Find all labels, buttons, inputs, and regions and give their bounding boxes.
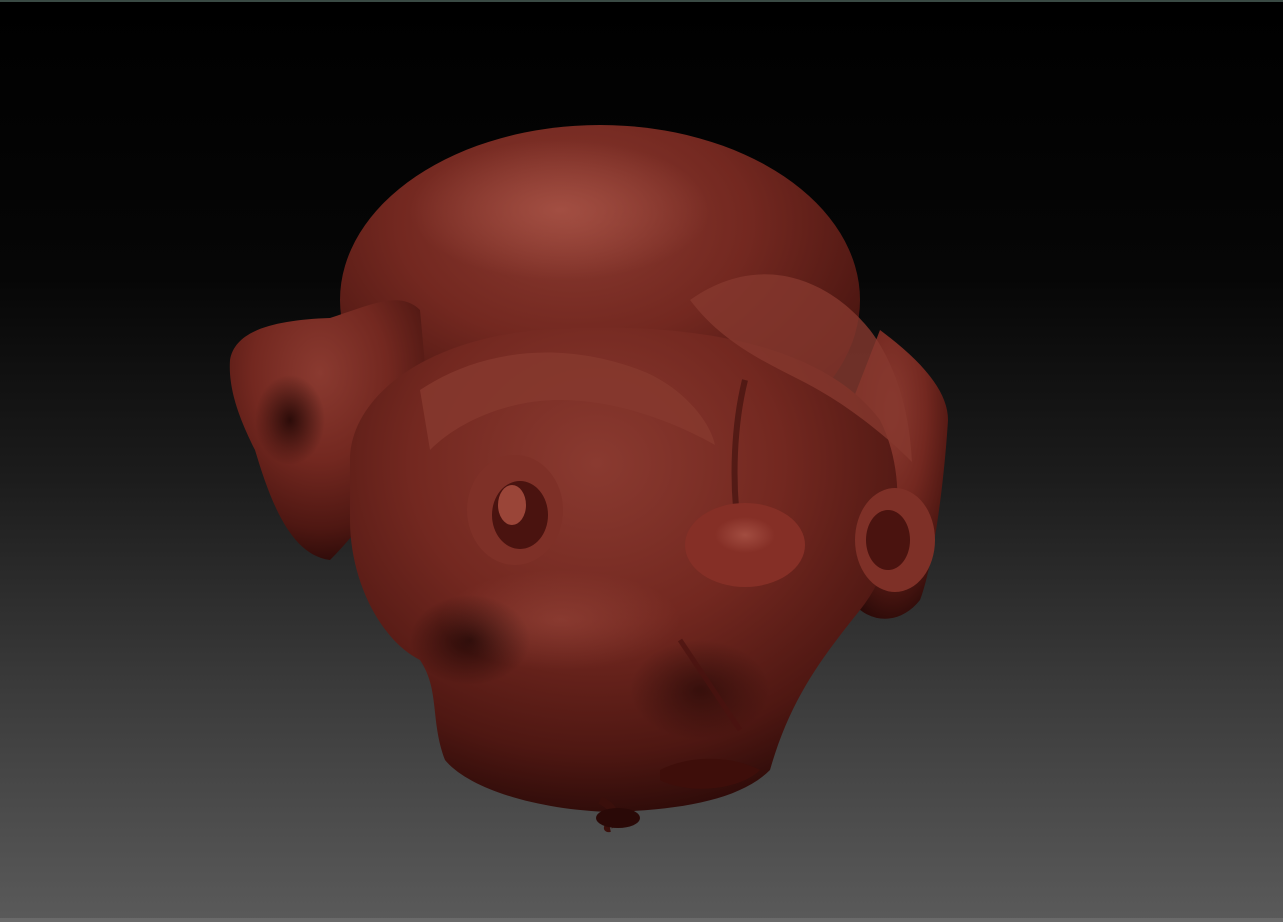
- right-small-ear: [855, 488, 935, 592]
- bottom-border: [0, 918, 1283, 922]
- viewport-canvas[interactable]: [0, 0, 1283, 922]
- sculpted-head-model[interactable]: [0, 0, 1283, 922]
- left-small-ear: [467, 455, 563, 565]
- nose: [685, 503, 805, 587]
